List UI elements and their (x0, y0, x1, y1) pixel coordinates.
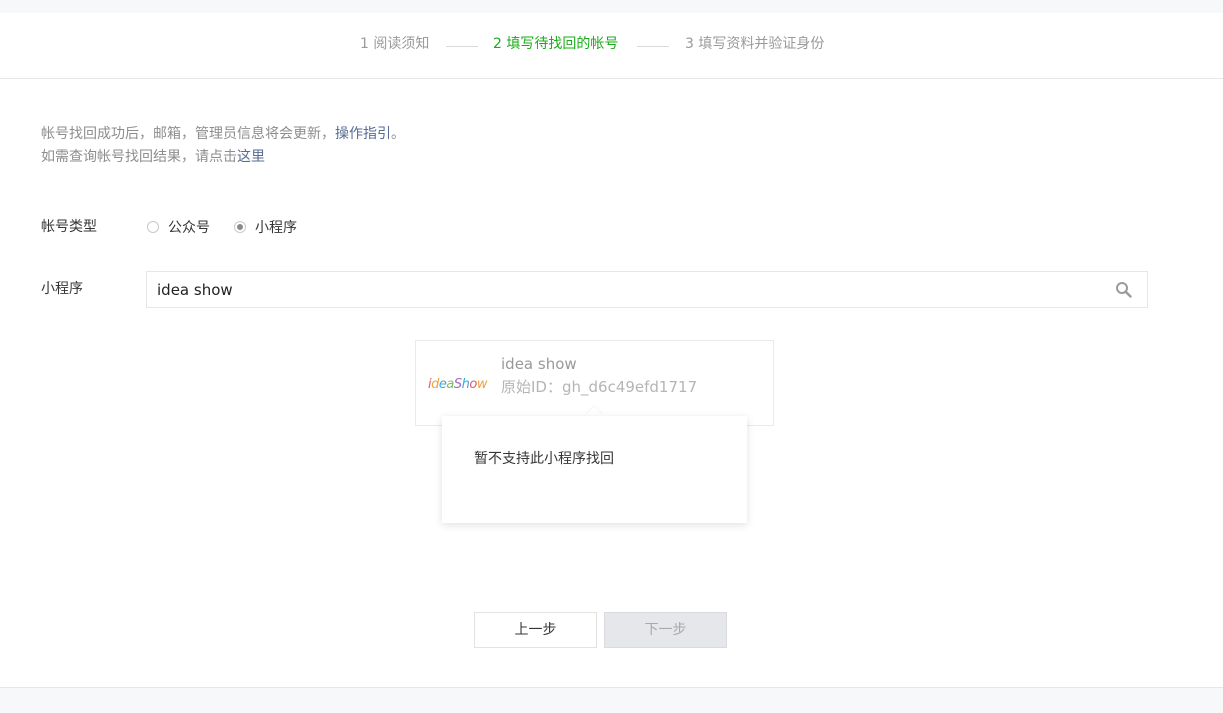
query-result-link[interactable]: 这里 (237, 149, 265, 165)
account-type-label: 帐号类型 (41, 219, 97, 235)
step-indicator: 1 阅读须知 2 填写待找回的帐号 3 填写资料并验证身份 (0, 13, 1223, 79)
radio-circle-checked[interactable] (234, 221, 246, 233)
top-strip (0, 0, 1223, 13)
prev-step-button[interactable]: 上一步 (474, 612, 597, 648)
next-step-button-disabled[interactable]: 下一步 (604, 612, 727, 648)
radio-official-account[interactable]: 公众号 (147, 218, 210, 236)
main-panel: 1 阅读须知 2 填写待找回的帐号 3 填写资料并验证身份 帐号找回成功后，邮箱… (0, 13, 1223, 688)
step-2-active: 2 填写待找回的帐号 (493, 36, 619, 52)
step-divider (637, 46, 669, 47)
search-icon[interactable] (1115, 281, 1133, 299)
unsupported-tooltip: 暂不支持此小程序找回 (442, 416, 747, 523)
result-name: idea show (501, 355, 577, 373)
radio-circle[interactable] (147, 221, 159, 233)
notice-text: 帐号找回成功后，邮箱，管理员信息将会更新，操作指引。 如需查询帐号找回结果，请点… (41, 123, 405, 169)
notice-line-2: 如需查询帐号找回结果，请点击这里 (41, 146, 405, 169)
notice-line-1: 帐号找回成功后，邮箱，管理员信息将会更新，操作指引。 (41, 123, 405, 146)
mini-program-label: 小程序 (41, 281, 83, 297)
notice-line-2-text: 如需查询帐号找回结果，请点击 (41, 149, 237, 165)
radio-mini-program[interactable]: 小程序 (234, 218, 297, 236)
tooltip-message: 暂不支持此小程序找回 (474, 451, 614, 467)
radio-label: 公众号 (168, 220, 210, 236)
result-original-id: 原始ID：gh_d6c49efd1717 (501, 378, 698, 396)
idea-show-logo: ideaShow (428, 377, 488, 392)
mini-program-search-input[interactable] (157, 272, 1097, 307)
svg-text:ideaShow: ideaShow (428, 377, 488, 392)
step-3: 3 填写资料并验证身份 (685, 36, 825, 52)
step-divider (446, 46, 478, 47)
radio-label: 小程序 (255, 220, 297, 236)
step-1: 1 阅读须知 (360, 36, 430, 52)
notice-line-1-end: 。 (391, 126, 405, 142)
guide-link[interactable]: 操作指引 (335, 126, 391, 142)
mini-program-search-box (146, 271, 1148, 308)
notice-line-1-text: 帐号找回成功后，邮箱，管理员信息将会更新， (41, 126, 335, 142)
